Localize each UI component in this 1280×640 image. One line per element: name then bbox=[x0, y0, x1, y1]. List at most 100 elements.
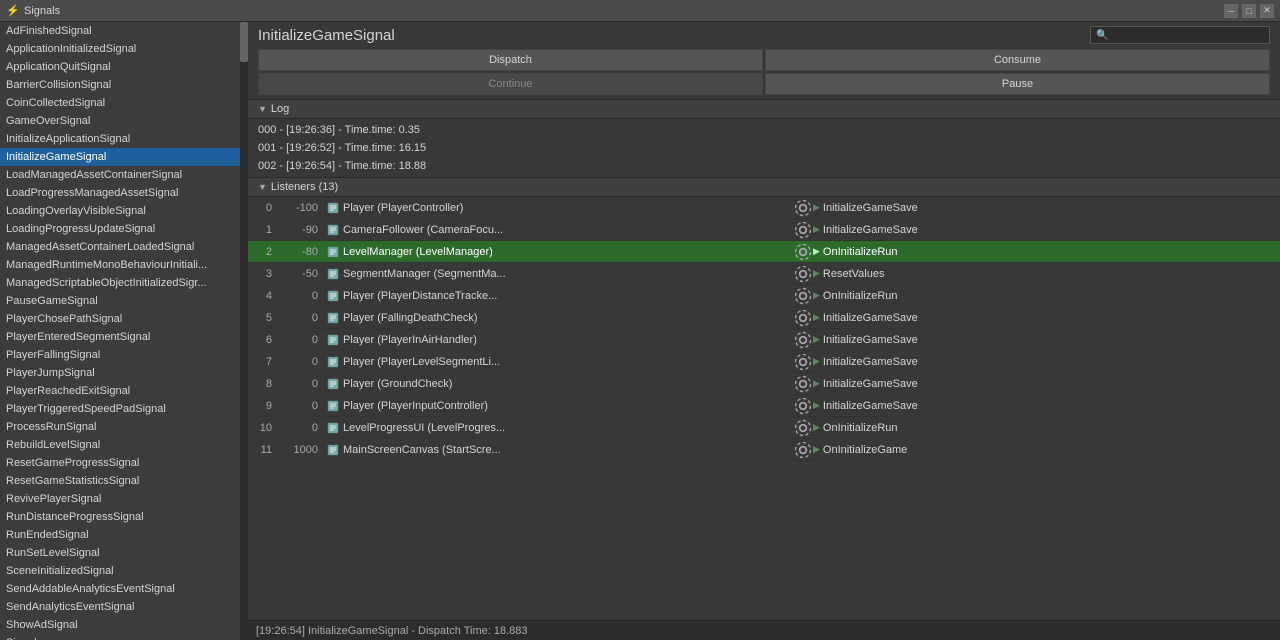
signal-item[interactable]: RevivePlayerSignal bbox=[0, 490, 240, 508]
table-row[interactable]: 60Player (PlayerInAirHandler)▶Initialize… bbox=[248, 329, 1280, 351]
row-order: 0 bbox=[276, 334, 326, 346]
signal-item[interactable]: SceneInitializedSignal bbox=[0, 562, 240, 580]
log-entry: 002 - [19:26:54] - Time.time: 18.88 bbox=[258, 157, 1270, 175]
signal-item[interactable]: ShowAdSignal bbox=[0, 616, 240, 634]
signal-item[interactable]: PlayerJumpSignal bbox=[0, 364, 240, 382]
row-listener: SegmentManager (SegmentMa... bbox=[326, 267, 793, 281]
table-row[interactable]: 50Player (FallingDeathCheck)▶InitializeG… bbox=[248, 307, 1280, 329]
listeners-table[interactable]: 0-100Player (PlayerController)▶Initializ… bbox=[248, 197, 1280, 620]
settings-gear-icon[interactable] bbox=[793, 396, 813, 416]
settings-gear-icon[interactable] bbox=[793, 264, 813, 284]
table-row[interactable]: 80Player (GroundCheck)▶InitializeGameSav… bbox=[248, 373, 1280, 395]
log-entry: 001 - [19:26:52] - Time.time: 16.15 bbox=[258, 139, 1270, 157]
signal-item[interactable]: LoadingProgressUpdateSignal bbox=[0, 220, 240, 238]
method-name: OnInitializeGame bbox=[823, 444, 907, 456]
settings-gear-icon[interactable] bbox=[793, 220, 813, 240]
method-name: InitializeGameSave bbox=[823, 334, 918, 346]
signal-item[interactable]: SendAnalyticsEventSignal bbox=[0, 598, 240, 616]
signal-item[interactable]: ManagedAssetContainerLoadedSignal bbox=[0, 238, 240, 256]
signal-item[interactable]: LoadManagedAssetContainerSignal bbox=[0, 166, 240, 184]
signal-item[interactable]: ResetGameStatisticsSignal bbox=[0, 472, 240, 490]
row-order: 0 bbox=[276, 400, 326, 412]
table-row[interactable]: 1-90CameraFollower (CameraFocu...▶Initia… bbox=[248, 219, 1280, 241]
pause-button[interactable]: Pause bbox=[765, 73, 1270, 95]
method-arrow-icon: ▶ bbox=[813, 422, 820, 433]
settings-gear-icon[interactable] bbox=[793, 374, 813, 394]
listeners-section-header[interactable]: ▼ Listeners (13) bbox=[248, 177, 1280, 197]
signal-item[interactable]: LoadingOverlayVisibleSignal bbox=[0, 202, 240, 220]
signal-item[interactable]: SendAddableAnalyticsEventSignal bbox=[0, 580, 240, 598]
search-input[interactable] bbox=[1111, 29, 1264, 41]
table-row[interactable]: 40Player (PlayerDistanceTracke...▶OnInit… bbox=[248, 285, 1280, 307]
row-index: 2 bbox=[248, 246, 276, 258]
table-row[interactable]: 90Player (PlayerInputController)▶Initial… bbox=[248, 395, 1280, 417]
left-scrollbar-thumb[interactable] bbox=[240, 22, 248, 62]
settings-gear-icon[interactable] bbox=[793, 352, 813, 372]
signal-item[interactable]: PlayerFallingSignal bbox=[0, 346, 240, 364]
signals-list[interactable]: AdFinishedSignalApplicationInitializedSi… bbox=[0, 22, 248, 640]
row-index: 4 bbox=[248, 290, 276, 302]
settings-gear-icon[interactable] bbox=[793, 286, 813, 306]
listeners-label: Listeners (13) bbox=[271, 181, 338, 193]
signal-item[interactable]: RunSetLevelSignal bbox=[0, 544, 240, 562]
row-listener: Player (PlayerInAirHandler) bbox=[326, 333, 793, 347]
row-index: 1 bbox=[248, 224, 276, 236]
dispatch-button[interactable]: Dispatch bbox=[258, 49, 763, 71]
signal-item[interactable]: BarrierCollisionSignal bbox=[0, 76, 240, 94]
left-scrollbar[interactable] bbox=[240, 22, 248, 640]
method-arrow-icon: ▶ bbox=[813, 378, 820, 389]
signal-item[interactable]: AdFinishedSignal bbox=[0, 22, 240, 40]
method-arrow-icon: ▶ bbox=[813, 202, 820, 213]
settings-gear-icon[interactable] bbox=[793, 418, 813, 438]
signal-item[interactable]: ManagedRuntimeMonoBehaviourInitiali... bbox=[0, 256, 240, 274]
signal-item[interactable]: InitializeGameSignal bbox=[0, 148, 240, 166]
settings-gear-icon[interactable] bbox=[793, 242, 813, 262]
listener-name: Player (PlayerController) bbox=[343, 202, 463, 214]
row-index: 11 bbox=[248, 444, 276, 456]
listener-name: MainScreenCanvas (StartScre... bbox=[343, 444, 501, 456]
table-row[interactable]: 2-80LevelManager (LevelManager)▶OnInitia… bbox=[248, 241, 1280, 263]
search-box[interactable]: 🔍 bbox=[1090, 26, 1270, 44]
signal-item[interactable]: PlayerChosePathSignal bbox=[0, 310, 240, 328]
signal-item[interactable]: Signal bbox=[0, 634, 240, 640]
minimize-button[interactable]: ─ bbox=[1224, 4, 1238, 18]
signal-item[interactable]: ProcessRunSignal bbox=[0, 418, 240, 436]
signal-item[interactable]: PlayerReachedExitSignal bbox=[0, 382, 240, 400]
row-order: 1000 bbox=[276, 444, 326, 456]
signal-item[interactable]: ManagedScriptableObjectInitializedSigr..… bbox=[0, 274, 240, 292]
signal-item[interactable]: RebuildLevelSignal bbox=[0, 436, 240, 454]
listeners-section: ▼ Listeners (13) 0 -100 Player (PlayerCont… bbox=[248, 177, 1280, 620]
row-order: -100 bbox=[276, 202, 326, 214]
signal-item[interactable]: ApplicationQuitSignal bbox=[0, 58, 240, 76]
table-row[interactable]: 0-100Player (PlayerController)▶Initializ… bbox=[248, 197, 1280, 219]
table-row[interactable]: 70Player (PlayerLevelSegmentLi...▶Initia… bbox=[248, 351, 1280, 373]
close-button[interactable]: ✕ bbox=[1260, 4, 1274, 18]
signal-item[interactable]: InitializeApplicationSignal bbox=[0, 130, 240, 148]
log-section-header[interactable]: ▼ Log bbox=[248, 99, 1280, 119]
signal-item[interactable]: ResetGameProgressSignal bbox=[0, 454, 240, 472]
table-row[interactable]: 100LevelProgressUI (LevelProgres...▶OnIn… bbox=[248, 417, 1280, 439]
settings-gear-icon[interactable] bbox=[793, 440, 813, 460]
table-row[interactable]: 111000MainScreenCanvas (StartScre...▶OnI… bbox=[248, 439, 1280, 461]
continue-button[interactable]: Continue bbox=[258, 73, 763, 95]
row-index: 7 bbox=[248, 356, 276, 368]
settings-gear-icon[interactable] bbox=[793, 198, 813, 218]
signal-item[interactable]: ApplicationInitializedSignal bbox=[0, 40, 240, 58]
signal-item[interactable]: RunDistanceProgressSignal bbox=[0, 508, 240, 526]
signal-item[interactable]: GameOverSignal bbox=[0, 112, 240, 130]
signal-item[interactable]: PlayerTriggeredSpeedPadSignal bbox=[0, 400, 240, 418]
restore-button[interactable]: □ bbox=[1242, 4, 1256, 18]
signal-item[interactable]: CoinCollectedSignal bbox=[0, 94, 240, 112]
row-method: ▶InitializeGameSave bbox=[813, 356, 1280, 368]
signal-item[interactable]: PauseGameSignal bbox=[0, 292, 240, 310]
signal-item[interactable]: RunEndedSignal bbox=[0, 526, 240, 544]
signal-item[interactable]: LoadProgressManagedAssetSignal bbox=[0, 184, 240, 202]
signal-item[interactable]: PlayerEnteredSegmentSignal bbox=[0, 328, 240, 346]
row-method: ▶InitializeGameSave bbox=[813, 378, 1280, 390]
table-row[interactable]: 3-50SegmentManager (SegmentMa...▶ResetVa… bbox=[248, 263, 1280, 285]
listener-name: Player (PlayerLevelSegmentLi... bbox=[343, 356, 500, 368]
consume-button[interactable]: Consume bbox=[765, 49, 1270, 71]
row-method: ▶OnInitializeRun bbox=[813, 246, 1280, 258]
settings-gear-icon[interactable] bbox=[793, 308, 813, 328]
settings-gear-icon[interactable] bbox=[793, 330, 813, 350]
